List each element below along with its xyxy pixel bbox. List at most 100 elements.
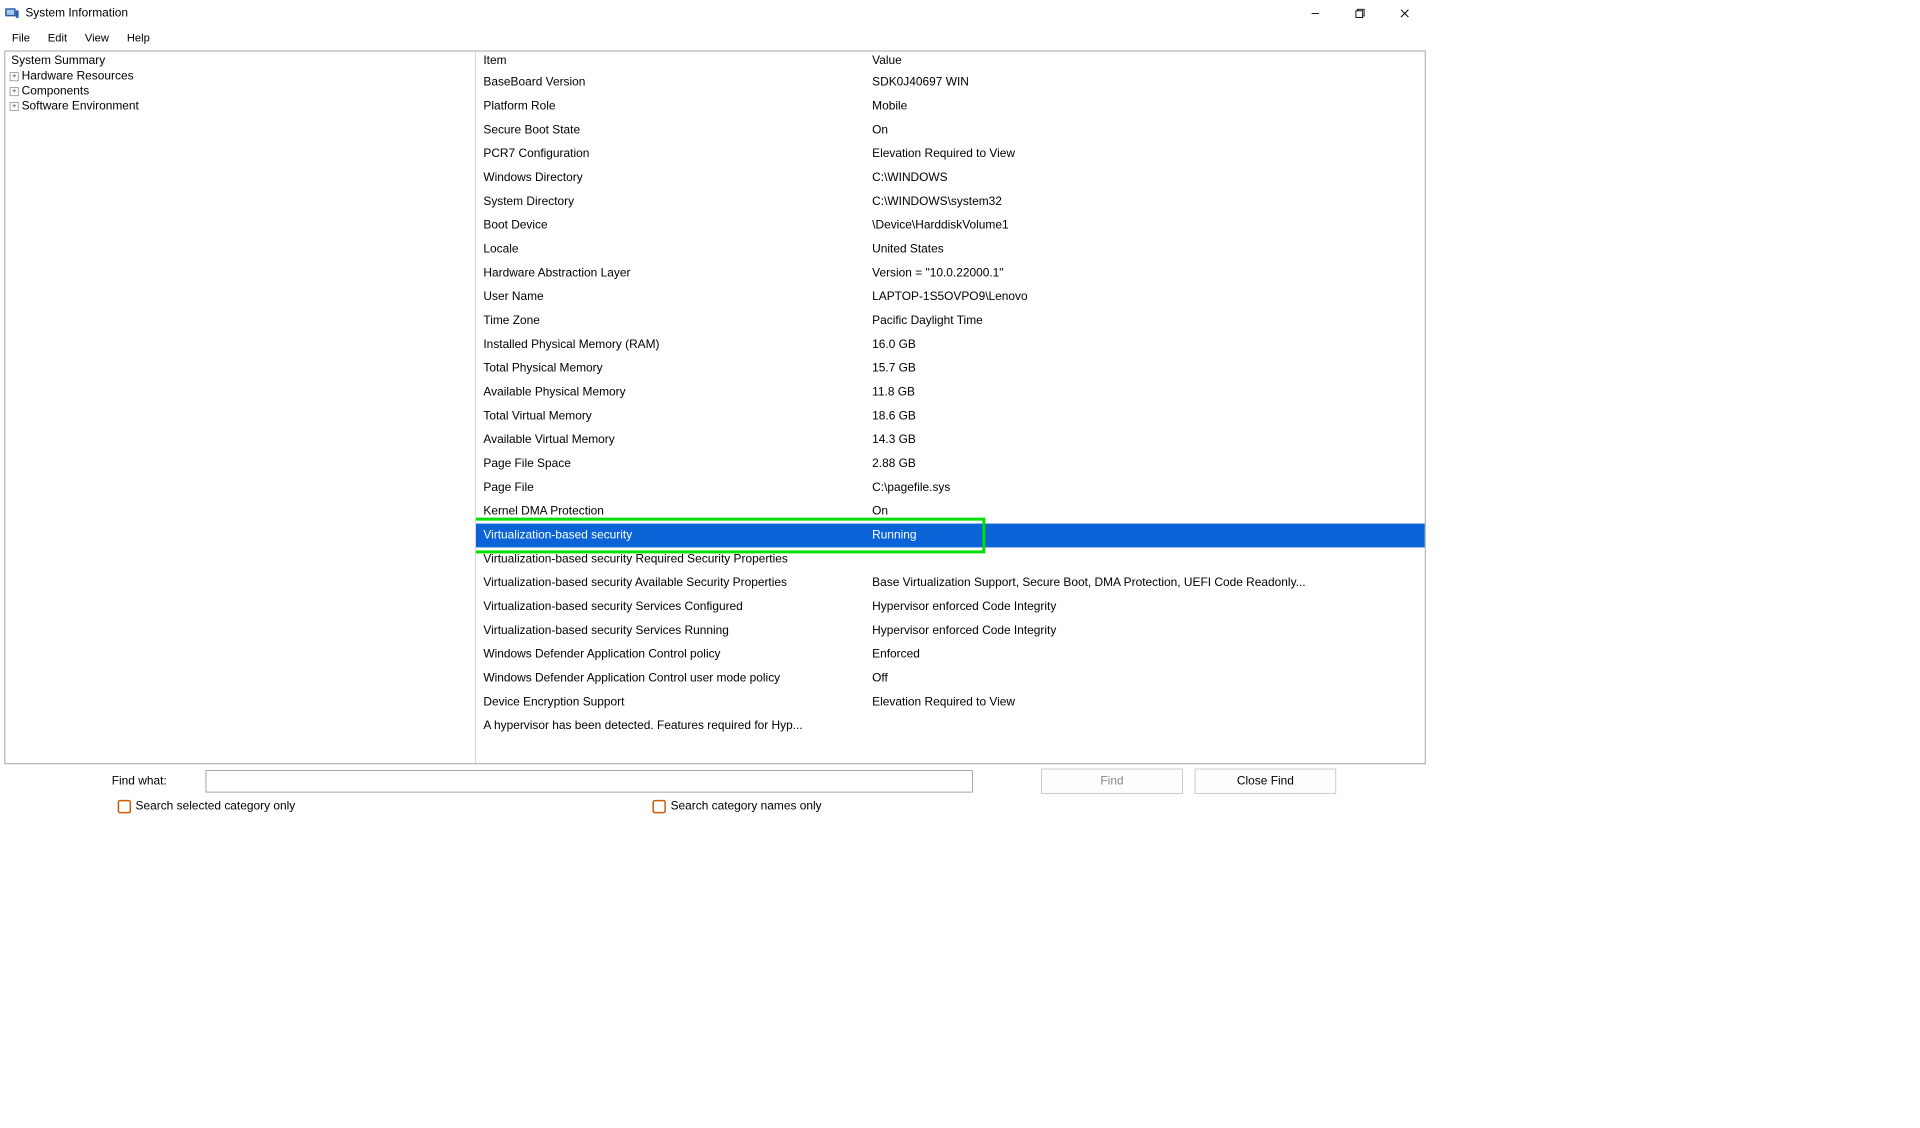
table-row[interactable]: Available Physical Memory11.8 GB (476, 381, 1425, 405)
table-row[interactable]: A hypervisor has been detected. Features… (476, 714, 1425, 738)
window-controls (1293, 0, 1427, 27)
close-button[interactable] (1382, 0, 1427, 27)
tree-node-label: Software Environment (22, 100, 139, 113)
table-row[interactable]: Windows Defender Application Control use… (476, 667, 1425, 691)
window-title: System Information (25, 7, 1293, 20)
search-selected-category-checkbox[interactable]: Search selected category only (118, 800, 296, 813)
category-tree[interactable]: System Summary + Hardware Resources + Co… (5, 51, 476, 763)
find-input[interactable] (206, 770, 973, 792)
system-information-window: System Information File Edit View Help S… (0, 0, 1430, 840)
cell-value: 18.6 GB (872, 407, 1425, 426)
cell-value: C:\WINDOWS\system32 (872, 192, 1425, 211)
cell-item: A hypervisor has been detected. Features… (483, 716, 872, 735)
cell-item: PCR7 Configuration (483, 144, 872, 163)
table-row[interactable]: Page FileC:\pagefile.sys (476, 476, 1425, 500)
table-row[interactable]: Page File Space2.88 GB (476, 452, 1425, 476)
table-row[interactable]: Hardware Abstraction LayerVersion = "10.… (476, 261, 1425, 285)
table-row[interactable]: Total Physical Memory15.7 GB (476, 357, 1425, 381)
table-row[interactable]: Virtualization-based securityRunning (476, 524, 1425, 548)
cell-item: Platform Role (483, 97, 872, 116)
list-header: Item Value (476, 51, 1425, 70)
table-row[interactable]: LocaleUnited States (476, 238, 1425, 262)
table-row[interactable]: Virtualization-based security Services R… (476, 619, 1425, 643)
column-header-item[interactable]: Item (483, 54, 872, 67)
table-row[interactable]: Total Virtual Memory18.6 GB (476, 404, 1425, 428)
cell-value: 16.0 GB (872, 335, 1425, 354)
expand-icon[interactable]: + (10, 87, 19, 96)
cell-value: Off (872, 669, 1425, 688)
cell-item: Page File (483, 478, 872, 497)
cell-item: Available Physical Memory (483, 383, 872, 402)
table-row[interactable]: Virtualization-based security Required S… (476, 547, 1425, 571)
cell-value: Pacific Daylight Time (872, 311, 1425, 330)
cell-item: BaseBoard Version (483, 73, 872, 92)
menu-view[interactable]: View (77, 30, 116, 46)
cell-value: 2.88 GB (872, 454, 1425, 473)
cell-value: Elevation Required to View (872, 693, 1425, 712)
cell-item: Page File Space (483, 454, 872, 473)
column-header-value[interactable]: Value (872, 54, 1410, 67)
cell-item: Virtualization-based security Required S… (483, 550, 872, 569)
cell-item: Locale (483, 240, 872, 259)
search-category-names-checkbox[interactable]: Search category names only (653, 800, 822, 813)
find-label: Find what: (112, 775, 194, 788)
cell-value: On (872, 121, 1425, 140)
cell-value: LAPTOP-1S5OVPO9\Lenovo (872, 287, 1425, 306)
menu-help[interactable]: Help (119, 30, 157, 46)
table-row[interactable]: Platform RoleMobile (476, 95, 1425, 119)
table-row[interactable]: Installed Physical Memory (RAM)16.0 GB (476, 333, 1425, 357)
find-bar: Find what: Find Close Find Search select… (0, 766, 1430, 840)
table-row[interactable]: BaseBoard VersionSDK0J40697 WIN (476, 71, 1425, 95)
cell-item: Device Encryption Support (483, 693, 872, 712)
checkbox-label: Search selected category only (136, 800, 296, 813)
cell-item: Windows Defender Application Control pol… (483, 645, 872, 664)
table-row[interactable]: Virtualization-based security Services C… (476, 595, 1425, 619)
close-find-button[interactable]: Close Find (1195, 769, 1337, 794)
cell-value: Version = "10.0.22000.1" (872, 264, 1425, 283)
checkbox-icon (653, 800, 666, 813)
cell-item: System Directory (483, 192, 872, 211)
table-row[interactable]: Virtualization-based security Available … (476, 571, 1425, 595)
table-row[interactable]: Kernel DMA ProtectionOn (476, 500, 1425, 524)
table-row[interactable]: Windows Defender Application Control pol… (476, 643, 1425, 667)
menu-file[interactable]: File (4, 30, 37, 46)
cell-item: Time Zone (483, 311, 872, 330)
list-body[interactable]: BaseBoard VersionSDK0J40697 WINPlatform … (476, 71, 1425, 764)
content-area: System Summary + Hardware Resources + Co… (4, 51, 1425, 765)
cell-value: Running (872, 526, 1425, 545)
cell-item: Total Physical Memory (483, 359, 872, 378)
cell-item: Virtualization-based security Services C… (483, 597, 872, 616)
minimize-button[interactable] (1293, 0, 1338, 27)
table-row[interactable]: Secure Boot StateOn (476, 118, 1425, 142)
cell-item: Windows Defender Application Control use… (483, 669, 872, 688)
tree-node-components[interactable]: + Components (8, 84, 472, 99)
table-row[interactable]: PCR7 ConfigurationElevation Required to … (476, 142, 1425, 166)
menu-edit[interactable]: Edit (40, 30, 74, 46)
table-row[interactable]: Boot Device\Device\HarddiskVolume1 (476, 214, 1425, 238)
cell-value: Hypervisor enforced Code Integrity (872, 621, 1425, 640)
cell-value: 15.7 GB (872, 359, 1425, 378)
cell-item: Installed Physical Memory (RAM) (483, 335, 872, 354)
expand-icon[interactable]: + (10, 102, 19, 111)
cell-value: Hypervisor enforced Code Integrity (872, 597, 1425, 616)
cell-value: Elevation Required to View (872, 144, 1425, 163)
cell-item: Virtualization-based security (483, 526, 872, 545)
cell-item: Virtualization-based security Available … (483, 573, 872, 592)
tree-node-hardware-resources[interactable]: + Hardware Resources (8, 69, 472, 84)
table-row[interactable]: System DirectoryC:\WINDOWS\system32 (476, 190, 1425, 214)
table-row[interactable]: Device Encryption SupportElevation Requi… (476, 690, 1425, 714)
table-row[interactable]: Time ZonePacific Daylight Time (476, 309, 1425, 333)
find-button[interactable]: Find (1041, 769, 1183, 794)
cell-value: Mobile (872, 97, 1425, 116)
table-row[interactable]: Available Virtual Memory14.3 GB (476, 428, 1425, 452)
tree-node-label: Components (22, 85, 90, 98)
checkbox-label: Search category names only (671, 800, 822, 813)
table-row[interactable]: User NameLAPTOP-1S5OVPO9\Lenovo (476, 285, 1425, 309)
tree-node-software-environment[interactable]: + Software Environment (8, 99, 472, 114)
maximize-button[interactable] (1338, 0, 1383, 27)
table-row[interactable]: Windows DirectoryC:\WINDOWS (476, 166, 1425, 190)
cell-value: 11.8 GB (872, 383, 1425, 402)
tree-root-system-summary[interactable]: System Summary (8, 53, 472, 69)
expand-icon[interactable]: + (10, 72, 19, 81)
cell-value (872, 550, 1425, 569)
